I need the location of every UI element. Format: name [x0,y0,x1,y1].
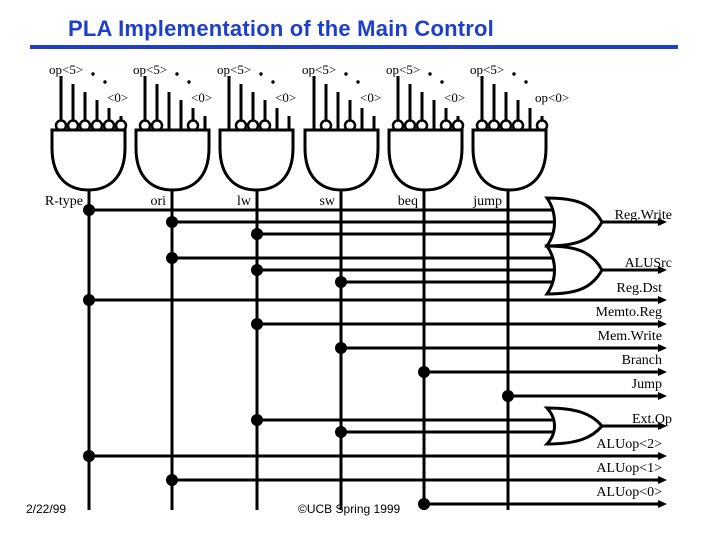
product-term-label: sw [319,194,335,209]
and-gate-sw: sw [303,76,380,510]
and-gate-body [387,128,464,192]
input-label-lsb: <0> [275,90,296,105]
connection-dot [83,294,95,306]
ellipsis-dot [175,72,179,76]
connection-dot [418,498,430,510]
input-label-lsb-op: op<0> [535,90,569,105]
input-label-msb: op<5> [133,62,167,77]
and-gate-ori: ori [134,76,211,510]
or-gates [543,196,667,446]
ellipsis-dot [428,72,432,76]
input-label-lsb: <0> [444,90,465,105]
connection-dot [166,216,178,228]
and-gate-lw: lw [218,76,295,510]
arrow-head [658,296,667,304]
input-label-msb: op<5> [302,62,336,77]
arrow-head [658,392,667,400]
output-label: Jump [632,377,662,392]
and-gate-body [218,128,295,192]
input-label-msb: op<5> [49,62,83,77]
arrow-head [658,476,667,484]
ellipsis-dot [440,80,444,84]
ellipsis-dot [187,80,191,84]
output-label: ALUop<2> [596,437,662,452]
arrow-head [658,344,667,352]
connection-dot [335,426,347,438]
arrow-head [658,320,667,328]
input-label-msb: op<5> [386,62,420,77]
output-label: ALUop<0> [596,485,662,500]
connection-dot [251,414,263,426]
output-label: Mem.Write [598,329,662,344]
connection-dot [166,252,178,264]
input-label-msb: op<5> [470,62,504,77]
arrow-head [658,500,667,508]
or-gate-body [544,196,604,248]
and-gate-beq: beq [387,76,465,510]
output-label: Reg.Dst [617,281,663,296]
connection-dot [418,366,430,378]
opcode-inputs: op<5> <0> op<5> <0> op<5> <0> op<5> <0> op<5> <0>… [49,62,569,105]
connection-dot [335,342,347,354]
ellipsis-dot [524,80,528,84]
output-label: Branch [622,353,662,368]
output-alusrc [166,252,575,288]
ellipsis-dot [356,80,360,84]
connection-dot [335,276,347,288]
ellipsis-dot [512,72,516,76]
output-label: Memto.Reg [596,305,663,320]
ellipsis-dot [259,72,263,76]
and-gate-r-type: R-type [45,76,128,510]
connection-dot [166,474,178,486]
output-label: Ext.Op [632,412,672,427]
input-label-lsb: <0> [107,90,128,105]
output-label: ALUSrc [625,256,672,271]
ellipsis-dot [271,80,275,84]
ellipsis-dot [103,80,107,84]
ellipsis-dot [91,72,95,76]
output-label: ALUop<1> [596,461,662,476]
and-gate-body [134,128,211,192]
output-label: Reg.Write [615,208,672,223]
input-label-lsb: <0> [191,90,212,105]
footer-copyright: ©UCB Spring 1999 [298,502,401,516]
arrow-head [658,452,667,460]
and-plane: R-type ori lw sw beq jump [45,76,549,510]
output-ext-op [251,414,575,438]
connection-dot [83,450,95,462]
connection-dot [251,264,263,276]
product-term-label: lw [237,194,252,209]
connection-dot [502,390,514,402]
and-gate-body [471,128,548,192]
connection-dot [251,228,263,240]
and-gate-jump: jump [471,76,549,510]
input-label-lsb: <0> [360,90,381,105]
or-gate-body [543,406,604,446]
input-label-msb: op<5> [217,62,251,77]
footer-date: 2/22/99 [26,502,67,516]
and-gate-body [50,128,127,192]
output-aluop-1- [166,474,667,486]
product-term-label: jump [472,194,502,209]
arrow-head [658,368,667,376]
connection-dot [83,204,95,216]
or-gate-body [544,244,604,296]
output-reg-write [83,204,575,240]
connection-dot [251,318,263,330]
product-term-label: R-type [45,194,83,209]
and-gate-body [303,128,380,192]
pla-diagram: op<5> <0> op<5> <0> op<5> <0> op<5> <0> op<5> <0>… [45,62,672,510]
ellipsis-dot [344,72,348,76]
product-term-label: beq [398,194,418,209]
product-term-label: ori [150,194,166,209]
